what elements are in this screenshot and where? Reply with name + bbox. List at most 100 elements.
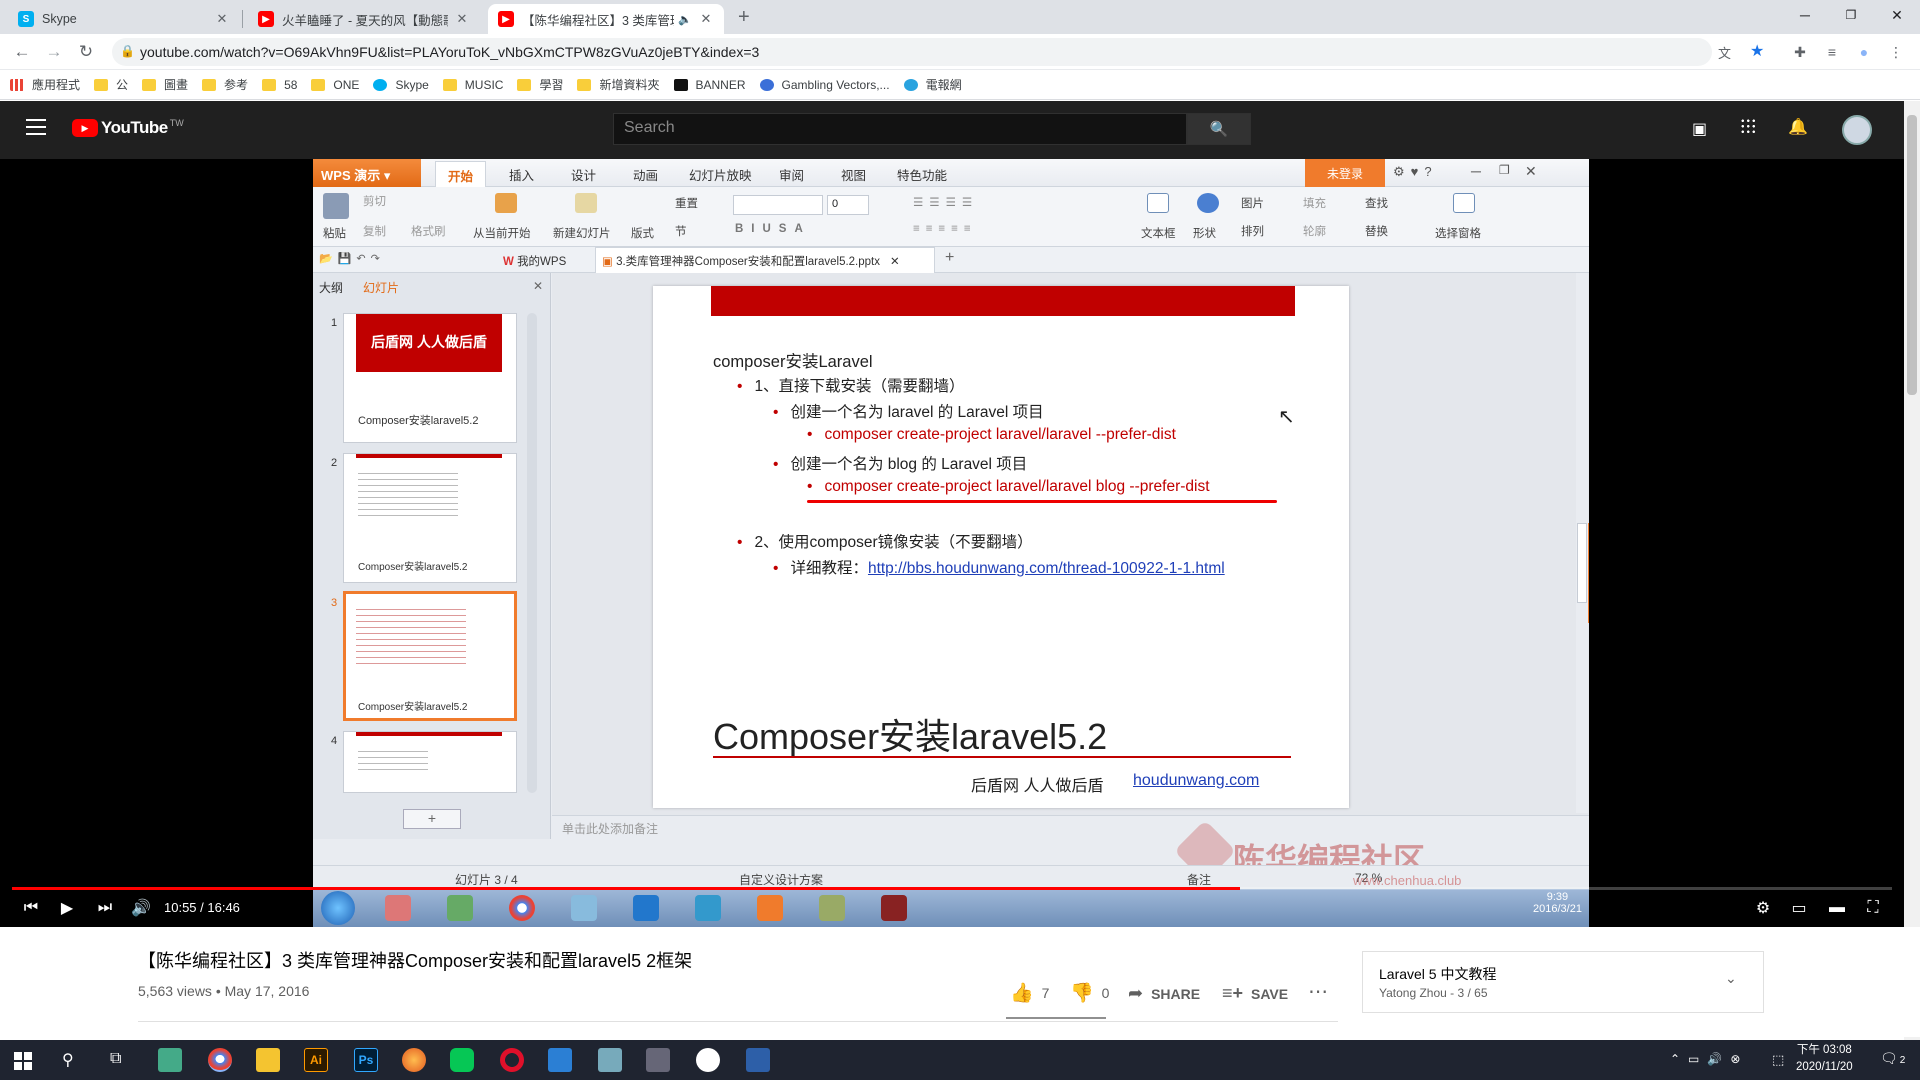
bookmark-apps[interactable]: 應用程式	[10, 76, 80, 93]
bookmark-folder[interactable]: 公	[94, 76, 128, 93]
side-panel-handle[interactable]	[1588, 523, 1589, 623]
playlist-panel[interactable]: Laravel 5 中文教程 Yatong Zhou - 3 / 65 ⌄	[1362, 951, 1764, 1013]
wps-app-button[interactable]: WPS 演示 ▾	[313, 159, 421, 187]
bookmark-folder[interactable]: MUSIC	[442, 78, 503, 92]
current-slide[interactable]: composer安装Laravel • 1、直接下载安装（需要翻墙） • 创建一个名…	[653, 286, 1349, 808]
shape-label[interactable]: 形状	[1193, 225, 1216, 241]
arrange-label[interactable]: 排列	[1241, 223, 1264, 239]
task-view-icon[interactable]: ⧉	[110, 1050, 121, 1068]
wps-close-button[interactable]: ✕	[1525, 163, 1537, 180]
like-button[interactable]: 👍 7	[1010, 981, 1049, 1005]
windows-start-icon[interactable]	[14, 1052, 32, 1070]
tab-music-video[interactable]: ▶ 火羊瞌睡了 - 夏天的风【動態歌詞 ✕	[248, 4, 480, 34]
menu-insert[interactable]: 插入	[509, 165, 534, 184]
page-scrollbar[interactable]	[1904, 101, 1920, 1040]
line-icon[interactable]	[450, 1048, 474, 1072]
replace-label[interactable]: 替换	[1365, 223, 1388, 239]
address-bar[interactable]: 🔒 youtube.com/watch?v=O69AkVhn9FU&list=P…	[112, 38, 1764, 66]
close-icon[interactable]: ✕	[890, 256, 900, 268]
font-name-select[interactable]	[733, 195, 823, 215]
search-input[interactable]: Search	[613, 113, 1187, 145]
slide-thumbnail-3-selected[interactable]: Composer安装laravel5.2	[343, 591, 517, 721]
translate-icon[interactable]: 文	[1718, 43, 1731, 62]
from-current-label[interactable]: 从当前开始	[473, 225, 531, 241]
menu-slideshow[interactable]: 幻灯片放映	[689, 165, 752, 184]
picture-label[interactable]: 图片	[1241, 195, 1264, 211]
new-tab-icon[interactable]: +	[945, 249, 954, 267]
system-clock[interactable]: 下午 03:08 2020/11/20	[1796, 1042, 1853, 1076]
menu-view[interactable]: 视图	[841, 165, 866, 184]
bookmark-folder[interactable]: ONE	[311, 78, 359, 92]
powershell-icon[interactable]	[746, 1048, 770, 1072]
back-button[interactable]: ←	[10, 40, 34, 64]
quick-access-icons[interactable]: 📂💾↶↷	[319, 252, 385, 265]
menu-home[interactable]: 开始	[435, 161, 487, 189]
notification-center-icon[interactable]: 🗨 2	[1880, 1050, 1905, 1067]
play-from-current-icon[interactable]	[495, 193, 517, 213]
login-button[interactable]: 未登录	[1305, 159, 1385, 187]
media-control-icon[interactable]: ≡	[1822, 42, 1842, 62]
vscode-icon[interactable]	[548, 1048, 572, 1072]
thumb-scrollbar[interactable]	[527, 313, 537, 793]
selection-pane-icon[interactable]	[1453, 193, 1475, 213]
tab-pptx-file[interactable]: ▣ 3.类库管理神器Composer安装和配置laravel5.2.pptx ✕	[595, 247, 935, 273]
outline-label[interactable]: 轮廓	[1303, 223, 1326, 239]
app-icon[interactable]	[158, 1048, 182, 1072]
tab-skype[interactable]: S Skype ✕	[8, 4, 240, 34]
select-pane-label[interactable]: 选择窗格	[1435, 225, 1481, 241]
illustrator-icon[interactable]: Ai	[304, 1048, 328, 1072]
app-icon[interactable]	[598, 1048, 622, 1072]
create-video-icon[interactable]: ▣	[1692, 119, 1707, 139]
copy-label[interactable]: 复制	[363, 223, 386, 239]
shape-icon[interactable]	[1197, 193, 1219, 213]
volume-icon[interactable]: 🔊	[128, 896, 154, 920]
forward-button[interactable]: →	[42, 40, 66, 64]
photoshop-icon[interactable]: Ps	[354, 1048, 378, 1072]
calculator-icon[interactable]	[646, 1048, 670, 1072]
menu-design[interactable]: 设计	[571, 165, 596, 184]
wps-help-icons[interactable]: ⚙♥?	[1393, 164, 1438, 180]
scroll-thumb[interactable]	[1577, 523, 1587, 603]
align-buttons[interactable]: ≡≡≡≡≡	[913, 223, 977, 235]
wps-minimize-button[interactable]: ─	[1471, 163, 1481, 179]
share-button[interactable]: ➦ SHARE	[1128, 983, 1200, 1004]
close-window-button[interactable]: ✕	[1874, 0, 1920, 30]
format-painter-label[interactable]: 格式刷	[411, 223, 446, 239]
paste-label[interactable]: 粘贴	[323, 225, 346, 241]
file-explorer-icon[interactable]	[256, 1048, 280, 1072]
section-label[interactable]: 节	[675, 223, 687, 239]
opera-icon[interactable]	[500, 1048, 524, 1072]
speaker-icon[interactable]: 🔈	[678, 13, 692, 26]
menu-animation[interactable]: 动画	[633, 165, 658, 184]
bookmark-gambling-vectors[interactable]: Gambling Vectors,...	[759, 78, 890, 92]
notes-toggle[interactable]: 备注	[1187, 871, 1211, 888]
close-icon[interactable]: ✕	[698, 11, 714, 27]
ime-icon[interactable]: ⬚	[1772, 1052, 1784, 1068]
youtube-logo[interactable]: ▶ YouTube TW	[72, 118, 184, 138]
bookmark-folder[interactable]: 學習	[517, 76, 563, 93]
textbox-icon[interactable]	[1147, 193, 1169, 213]
slide-thumbnail-1[interactable]: 后盾网 人人做后盾 Composer安装laravel5.2	[343, 313, 517, 443]
hamburger-menu-icon[interactable]	[26, 119, 46, 135]
bookmark-folder[interactable]: 新增資料夾	[577, 76, 660, 93]
settings-gear-icon[interactable]: ⚙	[1750, 896, 1776, 920]
textbox-label[interactable]: 文本框	[1141, 225, 1176, 241]
minimize-button[interactable]: ─	[1782, 0, 1828, 30]
theater-mode-icon[interactable]: ▬	[1824, 896, 1850, 920]
firefox-icon[interactable]	[402, 1048, 426, 1072]
add-slide-button[interactable]: +	[403, 809, 461, 829]
canvas-scrollbar[interactable]	[1576, 273, 1588, 813]
dislike-button[interactable]: 👎 0	[1070, 981, 1109, 1005]
page-scroll-thumb[interactable]	[1907, 115, 1917, 395]
slide-tutorial-link[interactable]: http://bbs.houdunwang.com/thread-100922-…	[868, 560, 1225, 577]
bookmark-folder[interactable]: 58	[262, 78, 297, 92]
wps-restore-button[interactable]: ❐	[1499, 163, 1510, 177]
slide-thumbnail-4[interactable]	[343, 731, 517, 793]
previous-button[interactable]: ⏮	[18, 896, 44, 920]
fill-label[interactable]: 填充	[1303, 195, 1326, 211]
cut-label[interactable]: 剪切	[363, 193, 386, 209]
bookmark-star-icon[interactable]: ★	[1750, 41, 1764, 61]
font-size-select[interactable]: 0	[827, 195, 869, 215]
new-tab-button[interactable]: +	[738, 6, 750, 29]
next-button[interactable]: ⏭	[92, 896, 118, 920]
